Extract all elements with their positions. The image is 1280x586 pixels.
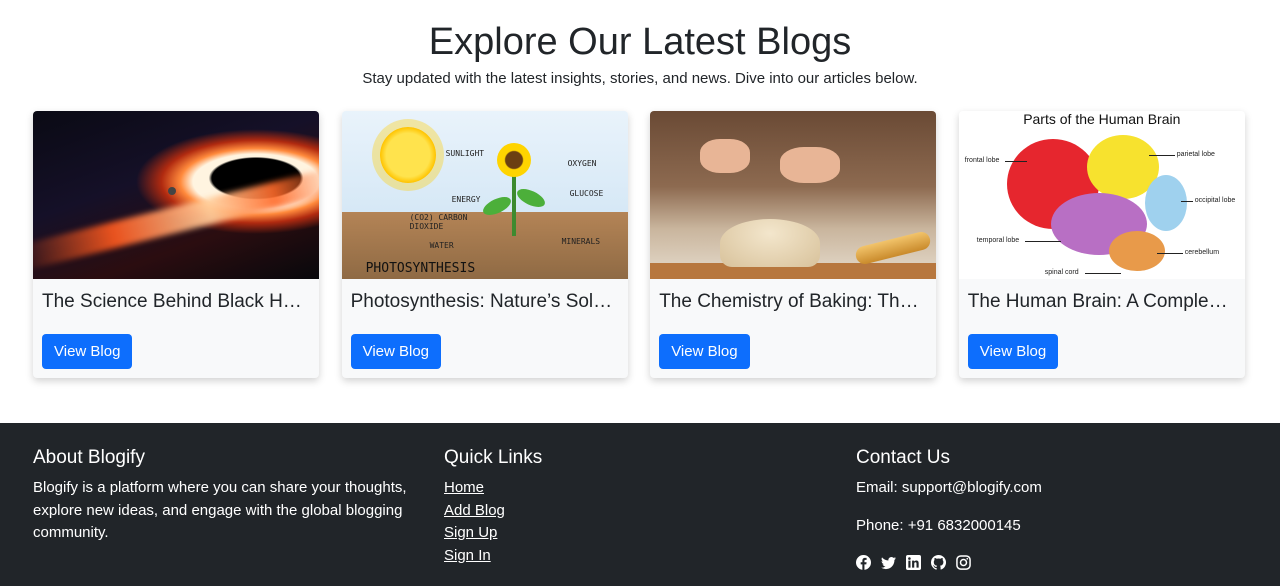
water-label: WATER bbox=[429, 241, 454, 250]
photosynthesis-title: PHOTOSYNTHESIS bbox=[365, 261, 476, 276]
footer-link-home[interactable]: Home bbox=[444, 477, 542, 500]
blog-card-title: The Human Brain: A Complex Organ bbox=[967, 291, 1245, 312]
contact-phone: Phone: +91 6832000145 bbox=[856, 516, 1021, 534]
parietal-lobe-label: parietal lobe bbox=[1176, 151, 1215, 158]
contact-email: Email: support@blogify.com bbox=[856, 479, 1042, 496]
page-title: Explore Our Latest Blogs bbox=[428, 21, 852, 63]
temporal-lobe-label: temporal lobe bbox=[976, 237, 1020, 244]
twitter-icon[interactable] bbox=[881, 555, 896, 570]
photosynthesis-image: SUNLIGHT ENERGY OXYGEN GLUCOSE (CO2) CAR… bbox=[341, 111, 628, 279]
blog-card-list: The Science Behind Black Holes View Blog… bbox=[33, 111, 1245, 378]
github-icon[interactable] bbox=[931, 555, 946, 570]
footer-about-heading: About Blogify bbox=[33, 447, 145, 468]
black-hole-image bbox=[33, 111, 319, 279]
social-links bbox=[856, 555, 1042, 570]
footer-link-add-blog[interactable]: Add Blog bbox=[444, 500, 542, 523]
blog-card-title: Photosynthesis: Nature’s Solar Power bbox=[350, 291, 628, 312]
view-blog-button[interactable]: View Blog bbox=[350, 334, 442, 369]
blog-card: The Science Behind Black Holes View Blog bbox=[33, 111, 319, 378]
human-brain-image: Parts of the Human Brain frontal lobe pa… bbox=[958, 111, 1245, 279]
energy-label: ENERGY bbox=[451, 195, 481, 204]
instagram-icon[interactable] bbox=[956, 555, 971, 570]
occipital-lobe-label: occipital lobe bbox=[1194, 197, 1236, 204]
view-blog-button[interactable]: View Blog bbox=[42, 334, 133, 369]
frontal-lobe-label: frontal lobe bbox=[964, 157, 1000, 164]
co2-label: (CO2) CARBON DIOXIDE bbox=[409, 213, 468, 231]
brain-diagram-title: Parts of the Human Brain bbox=[1023, 111, 1181, 127]
spinal-cord-label: spinal cord bbox=[1044, 269, 1079, 276]
view-blog-button[interactable]: View Blog bbox=[659, 334, 750, 369]
footer-links-heading: Quick Links bbox=[444, 447, 543, 468]
footer-link-sign-up[interactable]: Sign Up bbox=[444, 522, 542, 545]
view-blog-button[interactable]: View Blog bbox=[967, 334, 1059, 369]
cerebellum-label: cerebellum bbox=[1184, 249, 1220, 256]
blog-card: SUNLIGHT ENERGY OXYGEN GLUCOSE (CO2) CAR… bbox=[341, 111, 628, 378]
footer-quick-links: Quick Links Home Add Blog Sign Up Sign I… bbox=[444, 447, 542, 567]
minerals-label: MINERALS bbox=[561, 237, 601, 246]
oxygen-label: OXYGEN bbox=[567, 159, 597, 168]
footer-contact-heading: Contact Us bbox=[856, 447, 950, 468]
linkedin-icon[interactable] bbox=[906, 555, 921, 570]
footer-contact: Contact Us Email: support@blogify.com Ph… bbox=[856, 447, 1042, 570]
hero-section: Explore Our Latest Blogs Stay updated wi… bbox=[0, 0, 1280, 90]
page-subtitle: Stay updated with the latest insights, s… bbox=[362, 70, 918, 87]
blog-card-title: The Science Behind Black Holes bbox=[42, 291, 318, 312]
footer-about-text: Blogify is a platform where you can shar… bbox=[33, 479, 407, 541]
blog-card-title: The Chemistry of Baking: The Science Beh… bbox=[659, 291, 936, 312]
footer-about: About Blogify Blogify is a platform wher… bbox=[33, 447, 413, 545]
blog-card: The Chemistry of Baking: The Science Beh… bbox=[650, 111, 937, 378]
sunlight-label: SUNLIGHT bbox=[445, 149, 485, 158]
footer-link-sign-in[interactable]: Sign In bbox=[444, 545, 542, 568]
baking-image bbox=[650, 111, 937, 279]
blog-card: Parts of the Human Brain frontal lobe pa… bbox=[958, 111, 1245, 378]
site-footer: About Blogify Blogify is a platform wher… bbox=[0, 423, 1280, 586]
facebook-icon[interactable] bbox=[856, 555, 871, 570]
glucose-label: GLUCOSE bbox=[569, 189, 604, 198]
